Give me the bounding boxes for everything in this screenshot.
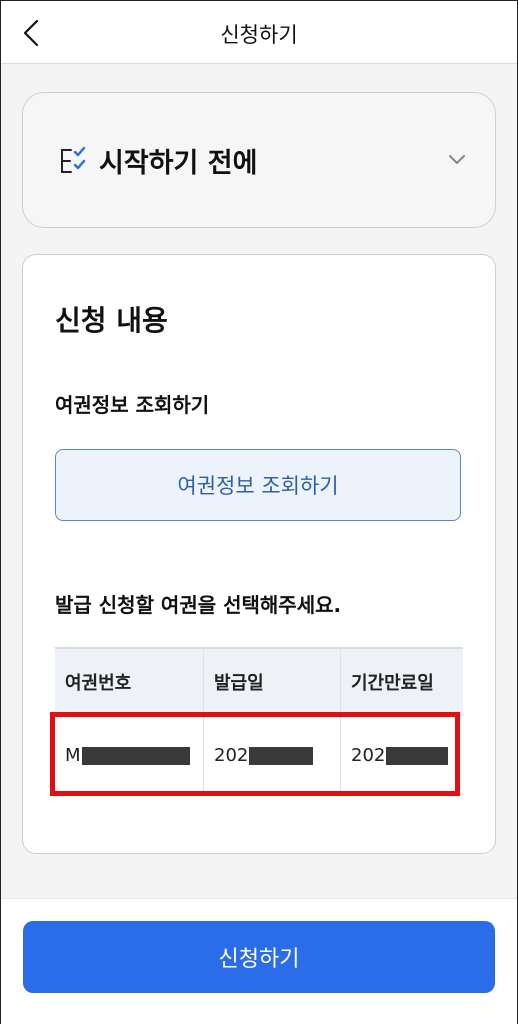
checklist-icon (61, 146, 86, 173)
cell-expiry-date: 202 (340, 715, 463, 795)
table-row[interactable]: M 202 202 (55, 715, 463, 795)
page-title: 신청하기 (220, 23, 298, 47)
expiry-date-prefix: 202 (351, 744, 386, 766)
top-app-bar: 신청하기 (1, 1, 517, 64)
passport-lookup-button[interactable]: 여권정보 조회하기 (55, 449, 461, 521)
cell-issue-date: 202 (203, 715, 341, 795)
section-title: 신청 내용 (55, 304, 168, 337)
select-passport-label: 발급 신청할 여권을 선택해주세요. (55, 593, 342, 617)
column-header-issue-date: 발급일 (203, 648, 341, 716)
apply-button[interactable]: 신청하기 (23, 921, 495, 993)
passport-table: 여권번호 발급일 기간만료일 M 202 202 (55, 647, 463, 795)
redaction-bar (81, 746, 190, 765)
cell-passport-number: M (55, 715, 204, 795)
before-you-start-title: 시작하기 전에 (99, 148, 258, 179)
application-details-card: 신청 내용 여권정보 조회하기 여권정보 조회하기 발급 신청할 여권을 선택해… (22, 254, 496, 854)
redaction-bar (249, 746, 314, 765)
passport-lookup-label: 여권정보 조회하기 (55, 393, 210, 417)
bottom-action-bar: 신청하기 (1, 898, 517, 1024)
table-header-row: 여권번호 발급일 기간만료일 (55, 648, 463, 716)
column-header-passport-number: 여권번호 (55, 648, 204, 716)
passport-number-prefix: M (65, 744, 81, 766)
redaction-bar (386, 746, 449, 765)
column-header-expiry-date: 기간만료일 (340, 648, 463, 716)
chevron-down-icon (449, 155, 465, 164)
before-you-start-accordion[interactable]: 시작하기 전에 (22, 92, 496, 228)
issue-date-prefix: 202 (214, 744, 249, 766)
